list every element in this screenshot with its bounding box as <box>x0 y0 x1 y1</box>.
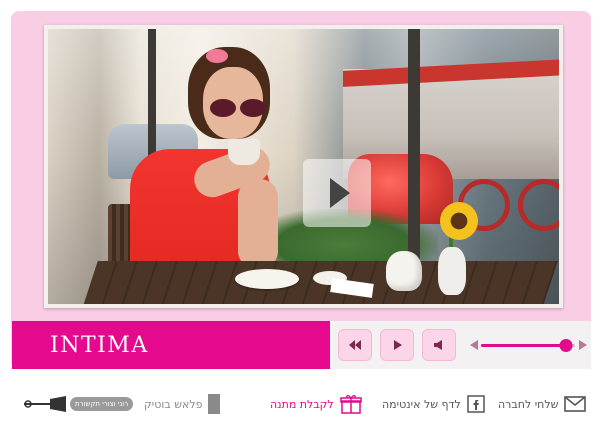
video-woman-arm <box>238 179 278 269</box>
double-left-arrow-icon <box>349 340 361 350</box>
video-plate <box>235 269 299 289</box>
play-icon <box>330 178 350 208</box>
flash-boutique-label: פלאש בוטיק <box>144 397 203 411</box>
video-table <box>78 261 558 304</box>
brand-label: INTIMA <box>50 332 149 358</box>
volume-slider[interactable] <box>481 339 575 352</box>
share-friend-link[interactable]: שלחי לחברה <box>498 392 587 416</box>
play-icon <box>394 340 402 350</box>
speaker-icon <box>434 340 442 350</box>
video-play-overlay-button[interactable] <box>303 159 371 227</box>
facebook-page-label: לדף של אינטימה <box>382 397 461 411</box>
volume-knob[interactable] <box>559 339 573 352</box>
facebook-page-link[interactable]: לדף של אינטימה <box>382 392 485 416</box>
flash-boutique-link[interactable]: פלאש בוטיק <box>144 392 221 416</box>
video-sunflower <box>440 202 478 240</box>
player-controls <box>330 321 591 369</box>
facebook-icon <box>467 395 485 413</box>
rewind-button[interactable] <box>338 329 372 361</box>
brand-banner: INTIMA <box>12 321 330 369</box>
agency-logo-text: רוני וצורי תקשורת <box>70 397 134 411</box>
gift-link[interactable]: לקבלת מתנה <box>270 392 362 416</box>
play-button[interactable] <box>380 329 414 361</box>
video-vase <box>438 247 466 295</box>
agency-logo[interactable]: רוני וצורי תקשורת <box>22 392 134 416</box>
video-bicycle-wheel <box>518 179 559 231</box>
share-friend-label: שלחי לחברה <box>498 397 559 411</box>
video-sunglasses <box>210 99 266 119</box>
flash-boutique-logo-icon <box>207 394 220 414</box>
volume-button[interactable] <box>422 329 456 361</box>
video-hair-flower <box>206 49 228 63</box>
gift-label: לקבלת מתנה <box>270 397 334 411</box>
page: INTIMA שלחי לחברה לדף של אינטימה לקבלת מ… <box>0 0 600 425</box>
video-area[interactable] <box>44 25 563 308</box>
video-coffee-cup <box>228 139 260 165</box>
footer: שלחי לחברה לדף של אינטימה לקבלת מתנה פלא… <box>0 380 600 425</box>
gift-icon <box>339 395 362 414</box>
video-teapot <box>386 251 422 291</box>
trumpet-icon <box>24 396 66 412</box>
volume-down-icon[interactable] <box>468 339 480 351</box>
volume-fill <box>481 344 566 347</box>
control-bar: INTIMA <box>12 321 591 369</box>
volume-up-icon[interactable] <box>577 339 589 351</box>
envelope-icon <box>564 396 587 412</box>
